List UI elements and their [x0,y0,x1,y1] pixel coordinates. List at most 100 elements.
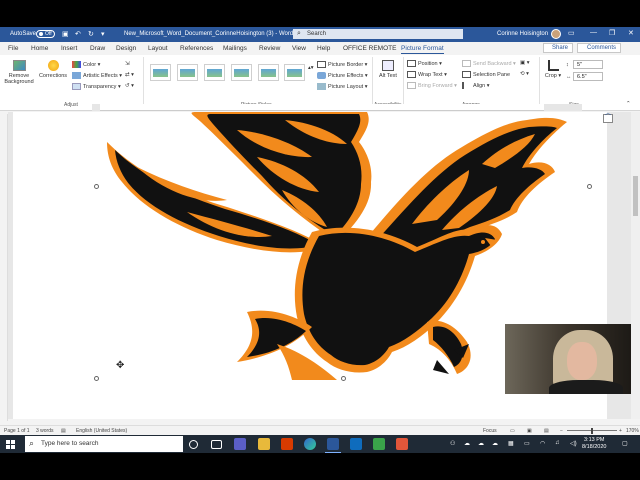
tab-office-remote[interactable]: OFFICE REMOTE [343,45,396,52]
maximize-icon[interactable]: ❐ [609,29,615,37]
group-objects-icon[interactable]: ▣ ▾ [520,60,530,66]
rotate-icon[interactable]: ⟲ ▾ [520,71,529,77]
camtasia-icon[interactable] [373,438,385,450]
mic-icon[interactable]: ♫ [555,440,560,446]
tab-design[interactable]: Design [116,45,136,52]
corrections-button[interactable]: Corrections [38,60,68,79]
edge-icon[interactable] [304,438,316,450]
send-backward-button[interactable]: Send Backward ▾ [462,60,516,67]
layout-options-icon[interactable]: ⌒ [603,114,613,123]
close-icon[interactable]: ✕ [628,29,634,37]
share-button[interactable]: Share [543,43,573,53]
quick-access-menu-icon[interactable]: ▾ [101,30,105,38]
avatar[interactable] [551,29,561,39]
ribbon-display-icon[interactable]: ▭ [568,29,575,37]
tab-mailings[interactable]: Mailings [223,45,247,52]
bring-forward-button[interactable]: Bring Forward ▾ [407,82,457,89]
cloud-sync-icon[interactable]: ☁ [492,440,498,447]
picture-style-4[interactable] [231,64,252,81]
alt-text-button[interactable]: Alt Text [377,60,399,79]
change-picture-icon[interactable]: ⇄ ▾ [125,72,134,78]
crop-button[interactable]: Crop ▾ [543,60,563,79]
page-count[interactable]: Page 1 of 1 [4,428,30,434]
width-field[interactable]: 6.5" [573,72,603,81]
redo-icon[interactable]: ↻ [88,30,94,38]
taskbar-search[interactable]: ⌕ Type here to search [25,436,183,452]
resize-handle-bottom-left[interactable] [94,376,99,381]
remove-background-button[interactable]: Remove Background [3,60,35,85]
save-icon[interactable]: ▣ [62,30,69,38]
autosave-toggle[interactable]: Off [36,30,55,38]
tab-references[interactable]: References [180,45,213,52]
transparency-button[interactable]: Transparency ▾ [72,83,121,90]
zoom-level[interactable]: 170% [626,428,639,434]
picture-style-5[interactable] [258,64,279,81]
tab-picture-format[interactable]: Picture Format [401,45,444,54]
web-layout-icon[interactable]: ▤ [544,428,549,434]
color-button[interactable]: Color ▾ [72,61,100,68]
picture-effects-button[interactable]: Picture Effects ▾ [317,72,368,79]
vertical-scrollbar[interactable] [631,112,640,419]
cortana-icon[interactable] [189,440,198,449]
tab-review[interactable]: Review [259,45,280,52]
tab-file[interactable]: File [8,45,18,52]
speaker-icon[interactable]: ◁) [570,440,577,447]
tab-insert[interactable]: Insert [61,45,77,52]
system-clock[interactable]: 3:13 PM 8/18/2020 [582,437,606,451]
proofing-icon[interactable]: ▤ [61,428,66,434]
word-count[interactable]: 3 words [36,428,54,434]
picture-style-2[interactable] [177,64,198,81]
collapse-ribbon-icon[interactable]: ⌃ [626,101,631,107]
notifications-icon[interactable]: ▢ [622,440,628,447]
outlook-icon[interactable] [350,438,362,450]
task-view-icon[interactable] [211,440,222,449]
user-name[interactable]: Corinne Hoisington [497,31,548,37]
focus-button[interactable]: Focus [483,428,497,434]
weather-icon[interactable]: ☁ [464,440,470,447]
picture-style-1[interactable] [150,64,171,81]
onedrive-icon[interactable]: ☁ [478,440,484,447]
language-status[interactable]: English (United States) [76,428,127,434]
undo-icon[interactable]: ↶ [75,30,81,38]
tab-view[interactable]: View [292,45,306,52]
reset-picture-icon[interactable]: ↺ ▾ [125,83,134,89]
tab-layout[interactable]: Layout [148,45,168,52]
scrollbar-thumb[interactable] [633,176,638,216]
compress-pictures-icon[interactable]: ⇲ [125,61,130,67]
battery-icon[interactable]: ▭ [524,440,530,447]
file-explorer-icon[interactable] [258,438,270,450]
comments-button[interactable]: Comments [577,43,621,53]
picture-border-button[interactable]: Picture Border ▾ [317,61,367,68]
picture-style-3[interactable] [204,64,225,81]
windows-start-icon[interactable] [6,440,15,449]
minimize-icon[interactable]: — [590,29,597,36]
network-icon[interactable]: ▦ [508,440,514,447]
wrap-text-button[interactable]: Wrap Text ▾ [407,71,447,78]
picture-layout-button[interactable]: Picture Layout ▾ [317,83,367,90]
zoom-slider-thumb[interactable] [591,428,593,434]
zoom-out-icon[interactable]: − [560,428,563,434]
resize-handle-left[interactable] [94,184,99,189]
height-field[interactable]: 5" [573,60,603,69]
print-layout-icon[interactable]: ▣ [527,428,532,434]
teams-icon[interactable] [234,438,246,450]
tab-help[interactable]: Help [317,45,330,52]
read-mode-icon[interactable]: ▭ [510,428,515,434]
word-taskbar-icon[interactable] [325,438,341,453]
selection-pane-button[interactable]: Selection Pane [462,71,510,78]
tab-draw[interactable]: Draw [90,45,105,52]
artistic-effects-button[interactable]: Artistic Effects ▾ [72,72,122,79]
search-box[interactable]: ⌕ Search [293,29,463,39]
position-button[interactable]: Position ▾ [407,60,442,67]
people-icon[interactable]: ⚇ [450,440,455,447]
picture-style-6[interactable] [284,64,305,81]
zoom-in-icon[interactable]: + [619,428,622,434]
wifi-icon[interactable]: ◠ [540,440,545,447]
align-button[interactable]: Align ▾ [462,82,490,89]
resize-handle-bottom[interactable] [341,376,346,381]
tab-home[interactable]: Home [31,45,48,52]
recorder-icon[interactable] [396,438,408,450]
picture-styles-more-icon[interactable]: ▴▾ [308,65,314,71]
resize-handle-right[interactable] [587,184,592,189]
office-icon[interactable] [281,438,293,450]
